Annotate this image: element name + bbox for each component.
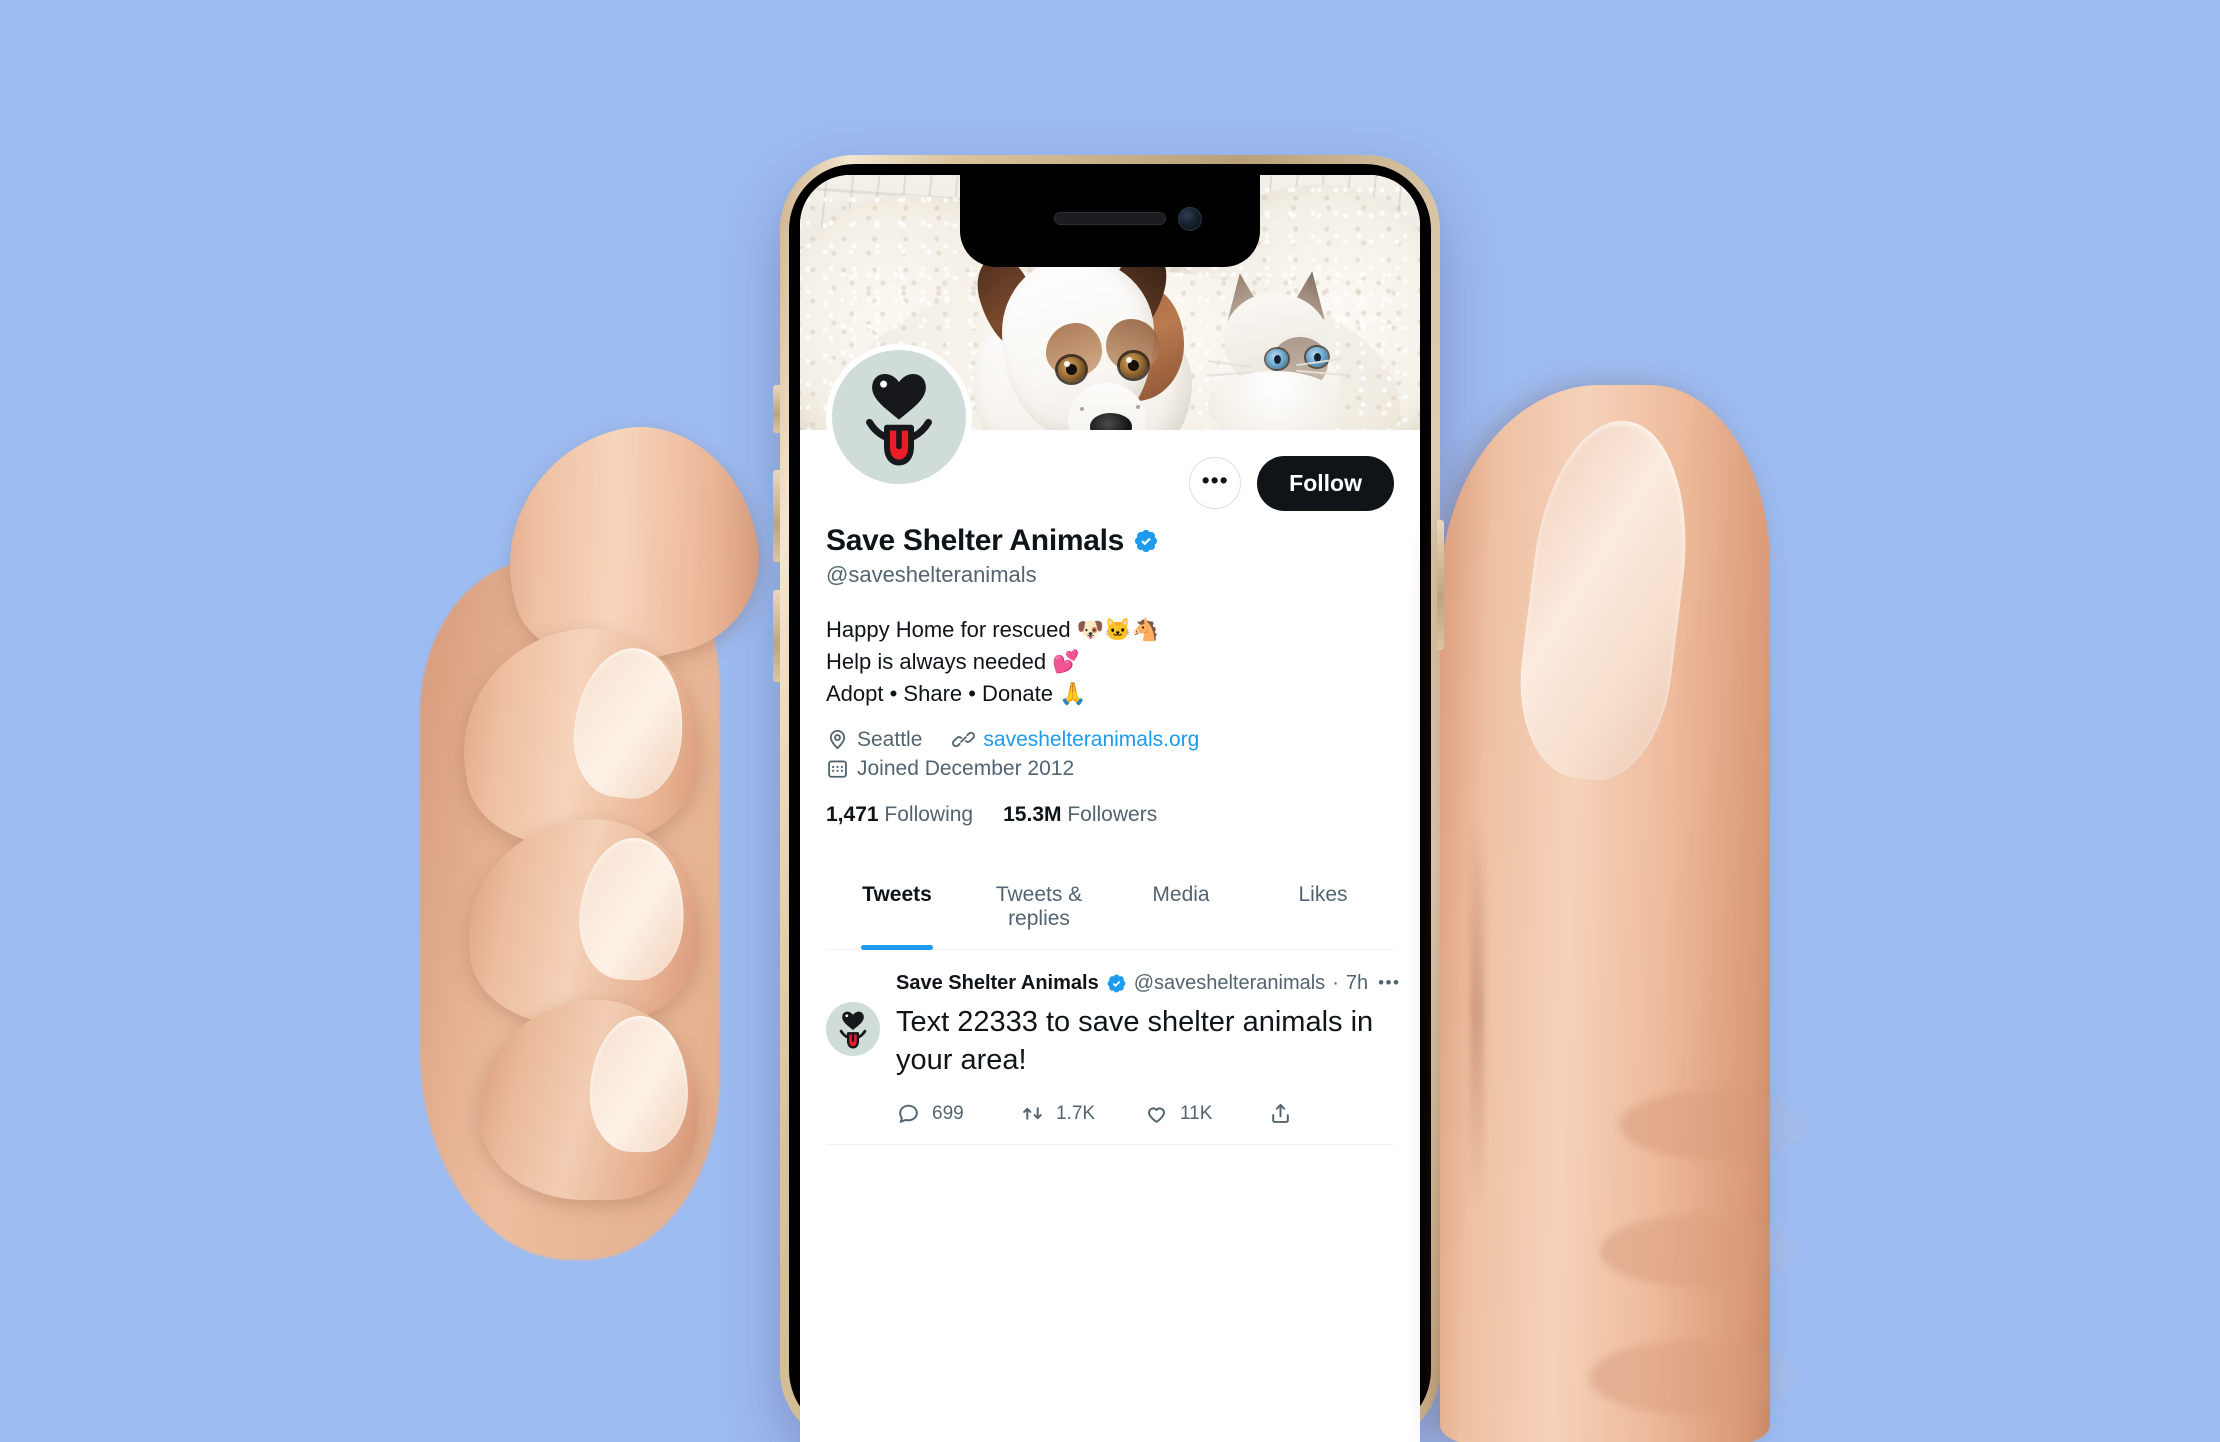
profile-location: Seattle	[857, 727, 923, 751]
followers-stat[interactable]: 15.3M Followers	[1003, 803, 1157, 827]
power-button[interactable]	[1437, 520, 1444, 650]
tweet-body: Save Shelter Animals @saveshelteranimals…	[896, 971, 1399, 1127]
retweet-count: 1.7K	[1056, 1102, 1096, 1124]
link-icon	[952, 732, 976, 748]
retweet-icon	[1023, 1107, 1042, 1120]
bio-line-2: Help is always needed 💕	[826, 648, 1080, 674]
reply-icon	[899, 1104, 918, 1124]
verified-badge-icon	[1134, 529, 1158, 553]
profile-display-name: Save Shelter Animals	[826, 524, 1125, 557]
profile-stats: 1,471 Following 15.3M Followers	[826, 803, 1394, 827]
profile-handle: @saveshelteranimals	[826, 562, 1037, 587]
profile-section: ••• Follow Save Shelter Animals @saveshe…	[800, 344, 1420, 1442]
right-thumb-nail	[1508, 412, 1702, 788]
share-icon	[1272, 1104, 1289, 1124]
share-action[interactable]	[1268, 1101, 1392, 1126]
left-palm	[420, 560, 720, 1260]
like-icon	[1148, 1107, 1165, 1124]
bio-line-1: Happy Home for rescued 🐶🐱🐴	[826, 617, 1159, 642]
kitten-photo-subject	[1200, 267, 1350, 430]
following-stat[interactable]: 1,471 Following	[826, 803, 973, 827]
avatar[interactable]	[826, 344, 972, 490]
tweet-action-bar: 699 1.7K 11K	[896, 1101, 1394, 1126]
profile-joined-date: Joined December 2012	[857, 756, 1075, 780]
tweet-timestamp: 7h	[1345, 971, 1369, 994]
reply-action[interactable]: 699	[896, 1101, 1020, 1126]
follow-button[interactable]: Follow	[1257, 455, 1394, 511]
avatar-image	[832, 350, 966, 484]
location-and-website-row: Seattle saveshelteranimals.org	[826, 728, 1394, 752]
profile-tabs: Tweets Tweets & replies Media Likes	[826, 863, 1394, 950]
tab-media[interactable]: Media	[1110, 863, 1252, 949]
tweet-more-options-button[interactable]: •••	[1378, 973, 1400, 993]
verified-badge-icon	[1107, 974, 1126, 993]
phone-screen: ••• Follow Save Shelter Animals @saveshe…	[800, 175, 1420, 1442]
knuckle-crease	[1590, 1340, 1800, 1415]
phone-device: ••• Follow Save Shelter Animals @saveshe…	[780, 155, 1440, 1442]
tweet-handle: @saveshelteranimals	[1133, 971, 1326, 994]
middle-finger-nail	[567, 642, 691, 804]
middle-finger	[448, 614, 711, 861]
tab-likes[interactable]: Likes	[1252, 863, 1394, 949]
knuckle-crease	[1620, 1090, 1810, 1160]
location-pin-icon	[829, 730, 846, 750]
followers-count: 15.3M	[1003, 802, 1062, 826]
knuckle-crease	[1600, 1215, 1800, 1287]
ring-finger-nail	[576, 835, 688, 983]
front-camera-icon	[1178, 207, 1202, 231]
dog-face-logo-icon	[839, 1011, 867, 1049]
tweet-header: Save Shelter Animals @saveshelteranimals…	[896, 971, 1399, 995]
volume-up-button[interactable]	[773, 470, 780, 562]
display-name-row: Save Shelter Animals	[826, 524, 1394, 558]
followers-label: Followers	[1067, 802, 1158, 826]
like-count: 11K	[1180, 1102, 1213, 1124]
tweet-author-name: Save Shelter Animals	[896, 971, 1099, 994]
profile-meta: Seattle saveshelteranimals.org Joined De…	[826, 728, 1394, 781]
tweet-separator: ·	[1332, 971, 1339, 994]
silent-switch-button[interactable]	[773, 385, 780, 433]
tweet-avatar[interactable]	[826, 1001, 880, 1056]
bio-line-3: Adopt • Share • Donate 🙏	[826, 680, 1087, 706]
thumb-crease	[1470, 820, 1484, 1200]
following-label: Following	[884, 802, 974, 826]
profile-more-options-button[interactable]: •••	[1189, 457, 1242, 509]
tweet-item[interactable]: Save Shelter Animals @saveshelteranimals…	[826, 950, 1399, 1146]
joined-date-row: Joined December 2012	[826, 757, 1394, 781]
tweet-text: Text 22333 to save shelter animals in yo…	[896, 1005, 1374, 1076]
pinky-finger	[480, 1000, 698, 1200]
tab-tweets-and-replies[interactable]: Tweets & replies	[968, 863, 1110, 949]
timeline-empty-area	[826, 1145, 1394, 1442]
like-action[interactable]: 11K	[1144, 1101, 1268, 1126]
earpiece-speaker	[1054, 212, 1166, 225]
tab-tweets[interactable]: Tweets	[826, 863, 968, 949]
calendar-icon	[828, 760, 847, 778]
reply-count: 699	[932, 1102, 964, 1124]
following-count: 1,471	[826, 802, 879, 826]
device-notch	[960, 175, 1260, 267]
profile-website-link[interactable]: saveshelteranimals.org	[983, 728, 1199, 752]
profile-bio: Happy Home for rescued 🐶🐱🐴 Help is alway…	[826, 614, 1394, 710]
ring-finger	[461, 812, 705, 1033]
pinky-finger-nail	[588, 1015, 690, 1153]
dog-face-logo-icon	[866, 374, 932, 466]
retweet-action[interactable]: 1.7K	[1020, 1101, 1144, 1126]
volume-down-button[interactable]	[773, 590, 780, 682]
scene-background: ••• Follow Save Shelter Animals @saveshe…	[0, 0, 2220, 1442]
index-finger	[482, 404, 778, 686]
